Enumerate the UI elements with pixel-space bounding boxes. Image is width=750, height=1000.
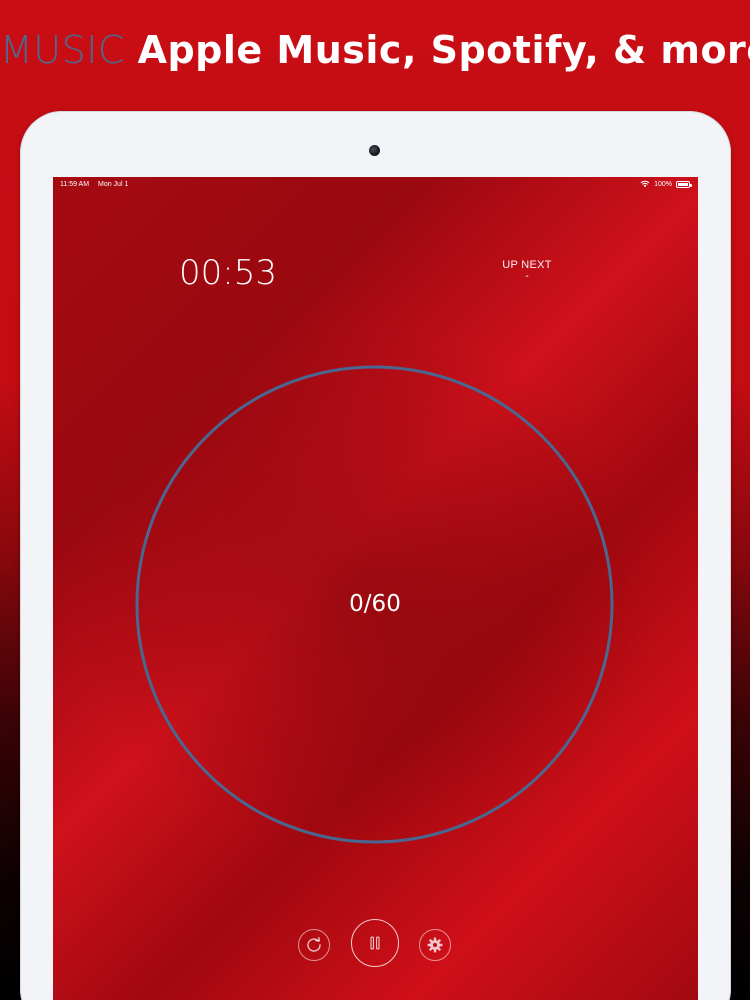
- pause-button[interactable]: [351, 919, 399, 967]
- status-time: 11:59 AM: [60, 181, 90, 188]
- wifi-icon: [640, 180, 650, 188]
- count-label: 0/60: [349, 591, 401, 617]
- restart-button[interactable]: [298, 929, 330, 961]
- promo-header: MUSIC Apple Music, Spotify, & more: [0, 28, 750, 72]
- promo-keyword: MUSIC: [0, 28, 125, 72]
- promo-tagline: Apple Music, Spotify, & more: [137, 28, 750, 72]
- restart-icon: [307, 936, 321, 952]
- gear-icon: [427, 937, 443, 953]
- up-next: UP NEXT -: [487, 259, 567, 282]
- status-date: Mon Jul 1: [98, 181, 129, 188]
- battery-icon: [676, 180, 692, 188]
- settings-button[interactable]: [419, 929, 451, 961]
- pause-icon: [370, 936, 380, 950]
- app-screen: 11:59 AM Mon Jul 1 100% 00:53 UP NEXT - …: [53, 177, 698, 1000]
- playback-controls: [53, 919, 698, 969]
- up-next-label: UP NEXT: [502, 259, 552, 271]
- status-indicators: 100%: [640, 180, 692, 188]
- battery-percent: 100%: [654, 180, 672, 188]
- status-bar: 11:59 AM Mon Jul 1 100%: [53, 177, 698, 193]
- timer-display: 00:53: [179, 253, 277, 293]
- camera-icon: [369, 145, 380, 156]
- up-next-value: -: [525, 271, 529, 282]
